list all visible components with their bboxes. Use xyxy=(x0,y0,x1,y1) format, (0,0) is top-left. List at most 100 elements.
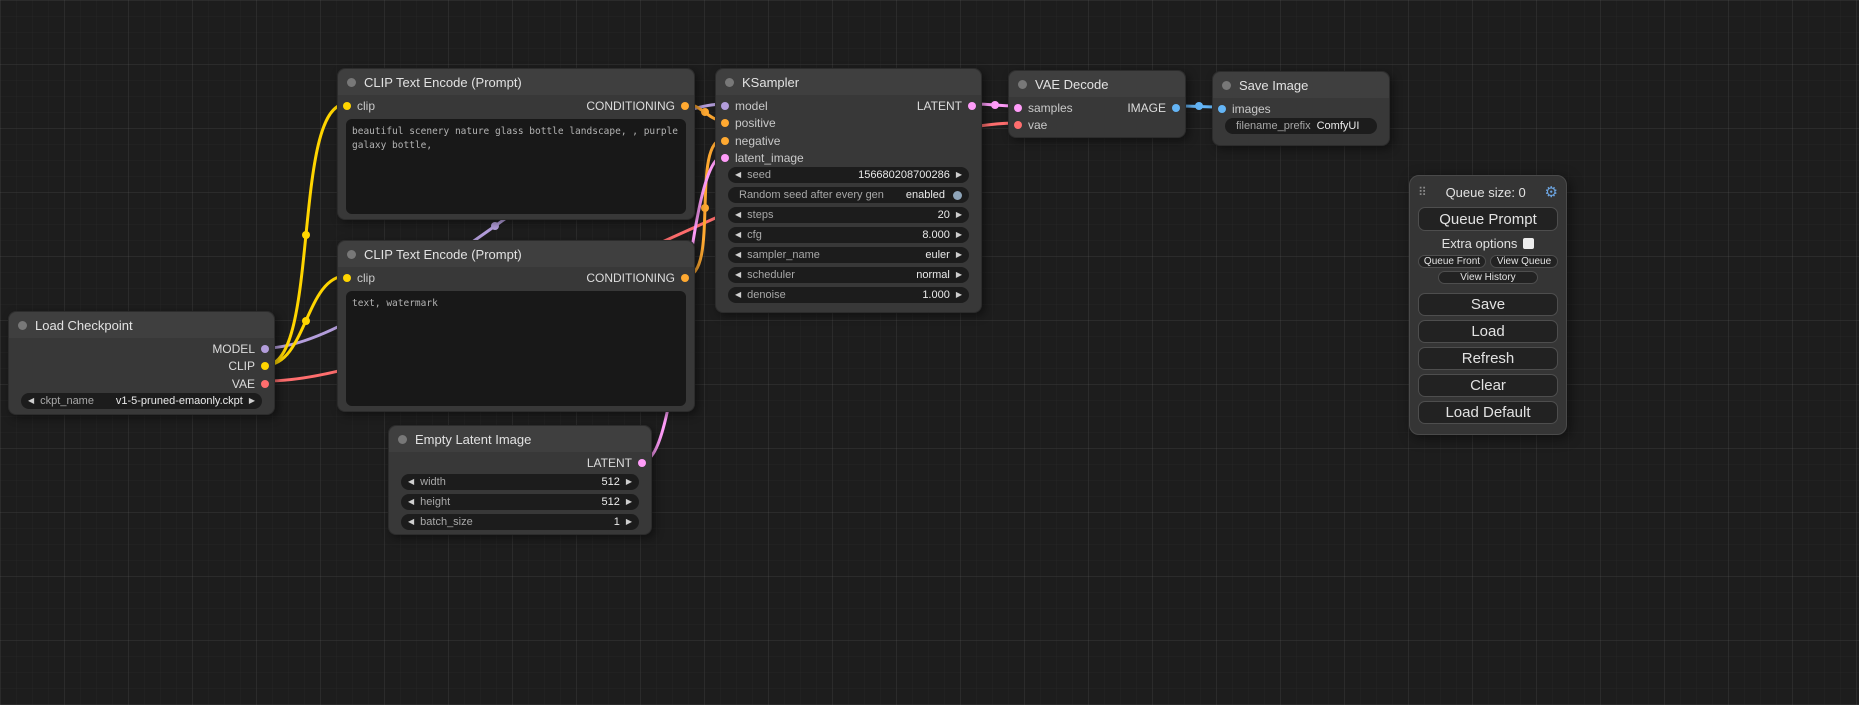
samples-input-port[interactable] xyxy=(1014,104,1022,112)
decrement-arrow-icon[interactable]: ◀ xyxy=(735,231,741,239)
latent-output-port[interactable] xyxy=(968,102,976,110)
save-button[interactable]: Save xyxy=(1418,293,1558,316)
decrement-arrow-icon[interactable]: ◀ xyxy=(408,498,414,506)
increment-arrow-icon[interactable]: ▶ xyxy=(956,171,962,179)
prompt-text-area[interactable]: text, watermark xyxy=(346,291,686,406)
slot-row: samples IMAGE xyxy=(1009,99,1185,117)
increment-arrow-icon[interactable]: ▶ xyxy=(956,211,962,219)
images-input-port[interactable] xyxy=(1218,105,1226,113)
load-checkpoint-node[interactable]: Load Checkpoint MODEL CLIP VAE xyxy=(8,311,275,415)
prompt-text-area[interactable]: beautiful scenery nature glass bottle la… xyxy=(346,119,686,214)
view-queue-button[interactable]: View Queue xyxy=(1490,255,1558,268)
toggle-dot-icon[interactable] xyxy=(953,191,962,200)
latent-image-input-port[interactable] xyxy=(721,154,729,162)
decrement-arrow-icon[interactable]: ◀ xyxy=(408,478,414,486)
latent-output-port[interactable] xyxy=(638,459,646,467)
increment-arrow-icon[interactable]: ▶ xyxy=(956,251,962,259)
queue-front-button[interactable]: Queue Front xyxy=(1418,255,1486,268)
widget-value: 1.000 xyxy=(922,289,950,301)
clip-text-encode-negative-node[interactable]: CLIP Text Encode (Prompt) clip CONDITION… xyxy=(337,240,695,412)
widget-value: 20 xyxy=(938,209,950,221)
collapse-dot-icon[interactable] xyxy=(347,78,356,87)
graph-canvas[interactable]: Load Checkpoint MODEL CLIP VAE xyxy=(0,0,1859,705)
increment-arrow-icon[interactable]: ▶ xyxy=(626,518,632,526)
sampler-name-widget[interactable]: ◀ sampler_name euler ▶ xyxy=(728,247,969,263)
refresh-button[interactable]: Refresh xyxy=(1418,347,1558,370)
settings-gear-icon[interactable]: ⚙ xyxy=(1545,185,1558,200)
positive-input-port[interactable] xyxy=(721,119,729,127)
node-title-bar[interactable]: CLIP Text Encode (Prompt) xyxy=(338,69,694,95)
clip-input-port[interactable] xyxy=(343,102,351,110)
seed-widget[interactable]: ◀ seed 156680208700286 ▶ xyxy=(728,167,969,183)
decrement-arrow-icon[interactable]: ◀ xyxy=(735,211,741,219)
height-widget[interactable]: ◀ height 512 ▶ xyxy=(401,494,639,510)
clip-input-label: clip xyxy=(357,99,375,113)
increment-arrow-icon[interactable]: ▶ xyxy=(626,478,632,486)
widget-value: ComfyUI xyxy=(1317,120,1360,132)
widget-name: denoise xyxy=(747,289,786,301)
increment-arrow-icon[interactable]: ▶ xyxy=(626,498,632,506)
collapse-dot-icon[interactable] xyxy=(18,321,27,330)
node-title: CLIP Text Encode (Prompt) xyxy=(364,247,522,262)
clip-text-encode-positive-node[interactable]: CLIP Text Encode (Prompt) clip CONDITION… xyxy=(337,68,695,220)
filename-prefix-widget[interactable]: filename_prefix ComfyUI xyxy=(1225,118,1377,134)
negative-input-port[interactable] xyxy=(721,137,729,145)
conditioning-output-port[interactable] xyxy=(681,274,689,282)
batch-size-widget[interactable]: ◀ batch_size 1 ▶ xyxy=(401,514,639,530)
vae-output-port[interactable] xyxy=(261,380,269,388)
collapse-dot-icon[interactable] xyxy=(1222,81,1231,90)
clip-input-port[interactable] xyxy=(343,274,351,282)
conditioning-output-label: CONDITIONING xyxy=(586,99,675,113)
scheduler-widget[interactable]: ◀ scheduler normal ▶ xyxy=(728,267,969,283)
node-title-bar[interactable]: CLIP Text Encode (Prompt) xyxy=(338,241,694,267)
width-widget[interactable]: ◀ width 512 ▶ xyxy=(401,474,639,490)
steps-widget[interactable]: ◀ steps 20 ▶ xyxy=(728,207,969,223)
node-title-bar[interactable]: Load Checkpoint xyxy=(9,312,274,338)
collapse-dot-icon[interactable] xyxy=(398,435,407,444)
clip-output-port[interactable] xyxy=(261,362,269,370)
extra-options-checkbox[interactable] xyxy=(1523,238,1534,249)
ksampler-node[interactable]: KSampler model LATENT positive xyxy=(715,68,982,313)
decrement-arrow-icon[interactable]: ◀ xyxy=(735,271,741,279)
empty-latent-image-node[interactable]: Empty Latent Image LATENT ◀ width 512 ▶ … xyxy=(388,425,652,535)
model-input-port[interactable] xyxy=(721,102,729,110)
node-title-bar[interactable]: Empty Latent Image xyxy=(389,426,651,452)
save-image-node[interactable]: Save Image images filename_prefix ComfyU… xyxy=(1212,71,1390,146)
decrement-arrow-icon[interactable]: ◀ xyxy=(735,251,741,259)
view-history-button[interactable]: View History xyxy=(1438,271,1539,284)
increment-arrow-icon[interactable]: ▶ xyxy=(249,397,255,405)
node-title-bar[interactable]: KSampler xyxy=(716,69,981,95)
collapse-dot-icon[interactable] xyxy=(725,78,734,87)
widget-value: enabled xyxy=(906,189,945,201)
node-title-bar[interactable]: VAE Decode xyxy=(1009,71,1185,97)
denoise-widget[interactable]: ◀ denoise 1.000 ▶ xyxy=(728,287,969,303)
widget-name: seed xyxy=(747,169,771,181)
collapse-dot-icon[interactable] xyxy=(347,250,356,259)
decrement-arrow-icon[interactable]: ◀ xyxy=(735,291,741,299)
model-output-port[interactable] xyxy=(261,345,269,353)
collapse-dot-icon[interactable] xyxy=(1018,80,1027,89)
decrement-arrow-icon[interactable]: ◀ xyxy=(28,397,34,405)
increment-arrow-icon[interactable]: ▶ xyxy=(956,291,962,299)
conditioning-output-port[interactable] xyxy=(681,102,689,110)
slot-row: VAE xyxy=(9,375,274,393)
node-title-bar[interactable]: Save Image xyxy=(1213,72,1389,98)
cfg-widget[interactable]: ◀ cfg 8.000 ▶ xyxy=(728,227,969,243)
drag-handle-icon[interactable]: ⠿ xyxy=(1418,185,1427,199)
increment-arrow-icon[interactable]: ▶ xyxy=(956,271,962,279)
widget-name: scheduler xyxy=(747,269,795,281)
load-default-button[interactable]: Load Default xyxy=(1418,401,1558,424)
load-button[interactable]: Load xyxy=(1418,320,1558,343)
decrement-arrow-icon[interactable]: ◀ xyxy=(408,518,414,526)
vae-input-port[interactable] xyxy=(1014,121,1022,129)
vae-decode-node[interactable]: VAE Decode samples IMAGE vae xyxy=(1008,70,1186,138)
clear-button[interactable]: Clear xyxy=(1418,374,1558,397)
widget-name: steps xyxy=(747,209,773,221)
image-output-port[interactable] xyxy=(1172,104,1180,112)
widget-name: width xyxy=(420,476,446,488)
increment-arrow-icon[interactable]: ▶ xyxy=(956,231,962,239)
decrement-arrow-icon[interactable]: ◀ xyxy=(735,171,741,179)
ckpt-name-widget[interactable]: ◀ ckpt_name v1-5-pruned-emaonly.ckpt ▶ xyxy=(21,393,262,409)
queue-prompt-button[interactable]: Queue Prompt xyxy=(1418,207,1558,231)
random-seed-toggle-widget[interactable]: Random seed after every gen enabled xyxy=(728,187,969,203)
